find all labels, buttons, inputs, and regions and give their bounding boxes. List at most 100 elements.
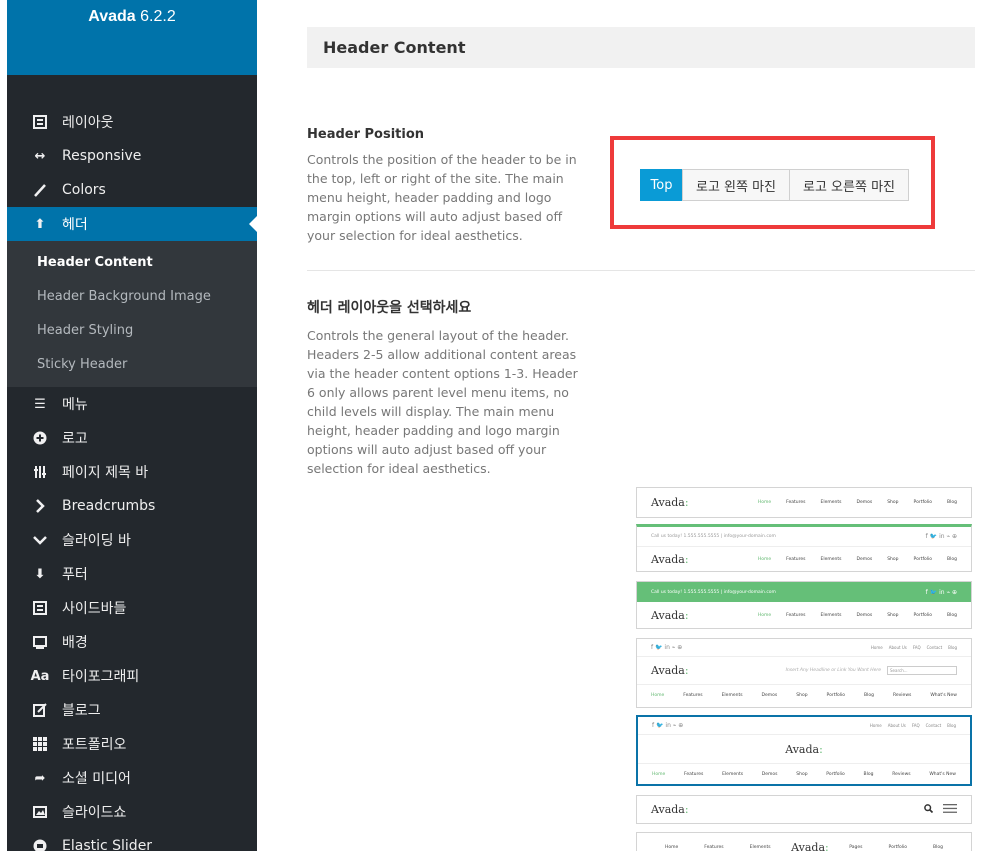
layout-icon — [31, 113, 49, 131]
sidebar-item-breadcrumbs[interactable]: Breadcrumbs — [7, 489, 257, 523]
section-title: Header Content — [307, 27, 975, 68]
sidebar-item-slideshows[interactable]: 슬라이드쇼 — [7, 795, 257, 829]
monitor-icon — [31, 633, 49, 651]
sidebar-item-label: 푸터 — [62, 567, 88, 583]
brand-name: Avada — [88, 8, 136, 25]
thumb-top-links: Home About Us FAQ Contact Blog — [870, 645, 957, 650]
sidebar-item-colors[interactable]: Colors — [7, 173, 257, 207]
elastic-icon — [31, 837, 49, 851]
header-layout-v5[interactable]: f 🐦 in ⌁ ⊕ Home About Us FAQ Contact Blog Av… — [636, 715, 972, 786]
thumb-logo: Avada: — [651, 552, 689, 566]
thumb-social-icons: f 🐦 in ⌁ ⊕ — [925, 533, 957, 540]
hamburger-icon — [943, 803, 957, 816]
thumb-nav-left: Home Features Elements — [665, 844, 771, 850]
responsive-arrows-icon: ↔ — [34, 148, 46, 164]
sidebar-item-label: 블로그 — [62, 703, 101, 719]
position-left-button[interactable]: 로고 왼쪽 마진 — [682, 169, 790, 201]
sidebar-item-label: 포트폴리오 — [62, 737, 127, 753]
thumb-social-icons: f 🐦 in ⌁ ⊕ — [925, 588, 957, 596]
chevron-right-icon — [31, 497, 49, 515]
thumb-tagline: Insert Any Headline or Link You Want Her… — [785, 668, 881, 673]
thumb-nav: Home Features Elements Demos Shop Portfolio Bl… — [651, 692, 957, 698]
sidebar-item-page-title-bar[interactable]: 페이지 제목 바 — [7, 455, 257, 489]
sidebar-menu-lower: ☰ 메뉴 로고 페이지 제목 바 Breadcrumbs 슬라이딩 바 ⬇ 푸터… — [7, 387, 257, 851]
divider — [307, 270, 975, 271]
brand-version: 6.2.2 — [140, 8, 176, 25]
header-position-option: Header Position Controls the position of… — [307, 127, 582, 245]
submenu-sticky-header[interactable]: Sticky Header — [7, 347, 257, 381]
thumb-contact: Call us today! 1.555.555.5555 | info@you… — [651, 534, 776, 539]
thumb-logo: Avada: — [785, 742, 823, 756]
thumb-contact: Call us today! 1.555.555.5555 | info@you… — [651, 589, 776, 595]
header-layout-v1[interactable]: Avada: Home Features Elements Demos Shop Port… — [636, 487, 972, 518]
sidebar-item-label: 로고 — [62, 431, 88, 447]
thumb-social-icons: f 🐦 in ⌁ ⊕ — [652, 722, 684, 729]
search-icon — [924, 803, 934, 816]
admin-sidebar: Avada 6.2.2 레이아웃 ↔ Responsive Colors ⬆ 헤… — [7, 0, 257, 851]
thumb-nav: Home Features Elements Demos Shop Portfolio Bl… — [757, 556, 957, 562]
thumb-top-links: Home About Us FAQ Contact Blog — [869, 723, 956, 728]
sidebar-item-responsive[interactable]: ↔ Responsive — [7, 139, 257, 173]
header-layout-v6[interactable]: Avada: — [636, 795, 972, 824]
sidebar-item-label: 메뉴 — [62, 397, 88, 413]
thumb-logo: Avada: — [651, 608, 689, 622]
sidebar-item-header[interactable]: ⬆ 헤더 — [7, 207, 257, 241]
sidebar-item-blog[interactable]: 블로그 — [7, 693, 257, 727]
sidebar-item-footer[interactable]: ⬇ 푸터 — [7, 557, 257, 591]
header-layout-v2[interactable]: Call us today! 1.555.555.5555 | info@you… — [636, 524, 972, 572]
edit-icon — [31, 701, 49, 719]
sidebar-item-portfolio[interactable]: 포트폴리오 — [7, 727, 257, 761]
sidebar-item-layout[interactable]: 레이아웃 — [7, 105, 257, 139]
sidebar-menu: 레이아웃 ↔ Responsive Colors ⬆ 헤더 — [7, 75, 257, 241]
plus-circle-icon — [31, 429, 49, 447]
sidebar-item-background[interactable]: 배경 — [7, 625, 257, 659]
sidebar-item-typography[interactable]: Aa 타이포그래피 — [7, 659, 257, 693]
sidebar-item-label: 레이아웃 — [62, 115, 114, 131]
sidebar-item-label: Responsive — [62, 148, 142, 164]
typography-icon: Aa — [30, 668, 50, 684]
sidebar-item-label: 슬라이딩 바 — [62, 533, 131, 549]
image-icon — [31, 803, 49, 821]
sidebar-item-logo[interactable]: 로고 — [7, 421, 257, 455]
option-description: Controls the position of the header to b… — [307, 152, 577, 243]
option-title: Header Position — [307, 127, 425, 142]
menu-icon: ☰ — [34, 396, 46, 412]
sidebar-item-label: 페이지 제목 바 — [62, 465, 149, 481]
submenu-header-content[interactable]: Header Content — [7, 245, 257, 279]
sidebar-item-label: 슬라이드쇼 — [62, 805, 127, 821]
sidebar-item-sliding-bar[interactable]: 슬라이딩 바 — [7, 523, 257, 557]
option-description: Controls the general layout of the heade… — [307, 328, 578, 476]
thumb-social-icons: f 🐦 in ⌁ ⊕ — [651, 644, 683, 651]
sidebar-item-label: 타이포그래피 — [62, 669, 140, 685]
brand-header: Avada 6.2.2 — [7, 0, 257, 75]
header-layout-option: 헤더 레이아웃을 선택하세요 Controls the general layo… — [307, 297, 582, 478]
sidebar-item-label: Elastic Slider — [62, 838, 153, 851]
header-position-buttonset: Top 로고 왼쪽 마진 로고 오른쪽 마진 — [640, 169, 909, 201]
main-content: Header Content Header Position Controls … — [307, 27, 975, 476]
position-right-button[interactable]: 로고 오른쪽 마진 — [789, 169, 909, 201]
sidebar-item-elastic-slider[interactable]: Elastic Slider — [7, 829, 257, 851]
sidebar-item-menu[interactable]: ☰ 메뉴 — [7, 387, 257, 421]
submenu-header-background-image[interactable]: Header Background Image — [7, 279, 257, 313]
sliders-icon — [31, 463, 49, 481]
thumb-nav: Home Features Elements Demos Shop Portfolio Bl… — [757, 612, 957, 618]
position-top-button[interactable]: Top — [640, 169, 683, 201]
sidebar-item-label: 배경 — [62, 635, 88, 651]
sidebar-icon — [31, 599, 49, 617]
sidebar-item-label: Breadcrumbs — [62, 498, 156, 514]
thumb-nav: Home Features Elements Demos Shop Portfolio Bl… — [652, 771, 956, 777]
header-layout-v7[interactable]: Home Features Elements Avada: Pages Portfol… — [636, 832, 972, 851]
thumb-search: Search... — [887, 666, 957, 675]
thumb-nav-right: Pages Portfolio Blog — [849, 844, 943, 850]
thumb-logo: Avada: — [651, 803, 689, 816]
sidebar-item-sidebars[interactable]: 사이드바들 — [7, 591, 257, 625]
thumb-logo: Avada: — [651, 496, 689, 509]
header-layout-v3[interactable]: Call us today! 1.555.555.5555 | info@you… — [636, 581, 972, 629]
arrow-up-icon: ⬆ — [34, 216, 46, 232]
sidebar-item-label: 사이드바들 — [62, 601, 127, 617]
share-icon: ➦ — [34, 770, 46, 786]
sidebar-item-label: 소셜 미디어 — [62, 771, 131, 787]
sidebar-item-social-media[interactable]: ➦ 소셜 미디어 — [7, 761, 257, 795]
submenu-header-styling[interactable]: Header Styling — [7, 313, 257, 347]
header-layout-v4[interactable]: f 🐦 in ⌁ ⊕ Home About Us FAQ Contact Blog Av… — [636, 638, 972, 708]
